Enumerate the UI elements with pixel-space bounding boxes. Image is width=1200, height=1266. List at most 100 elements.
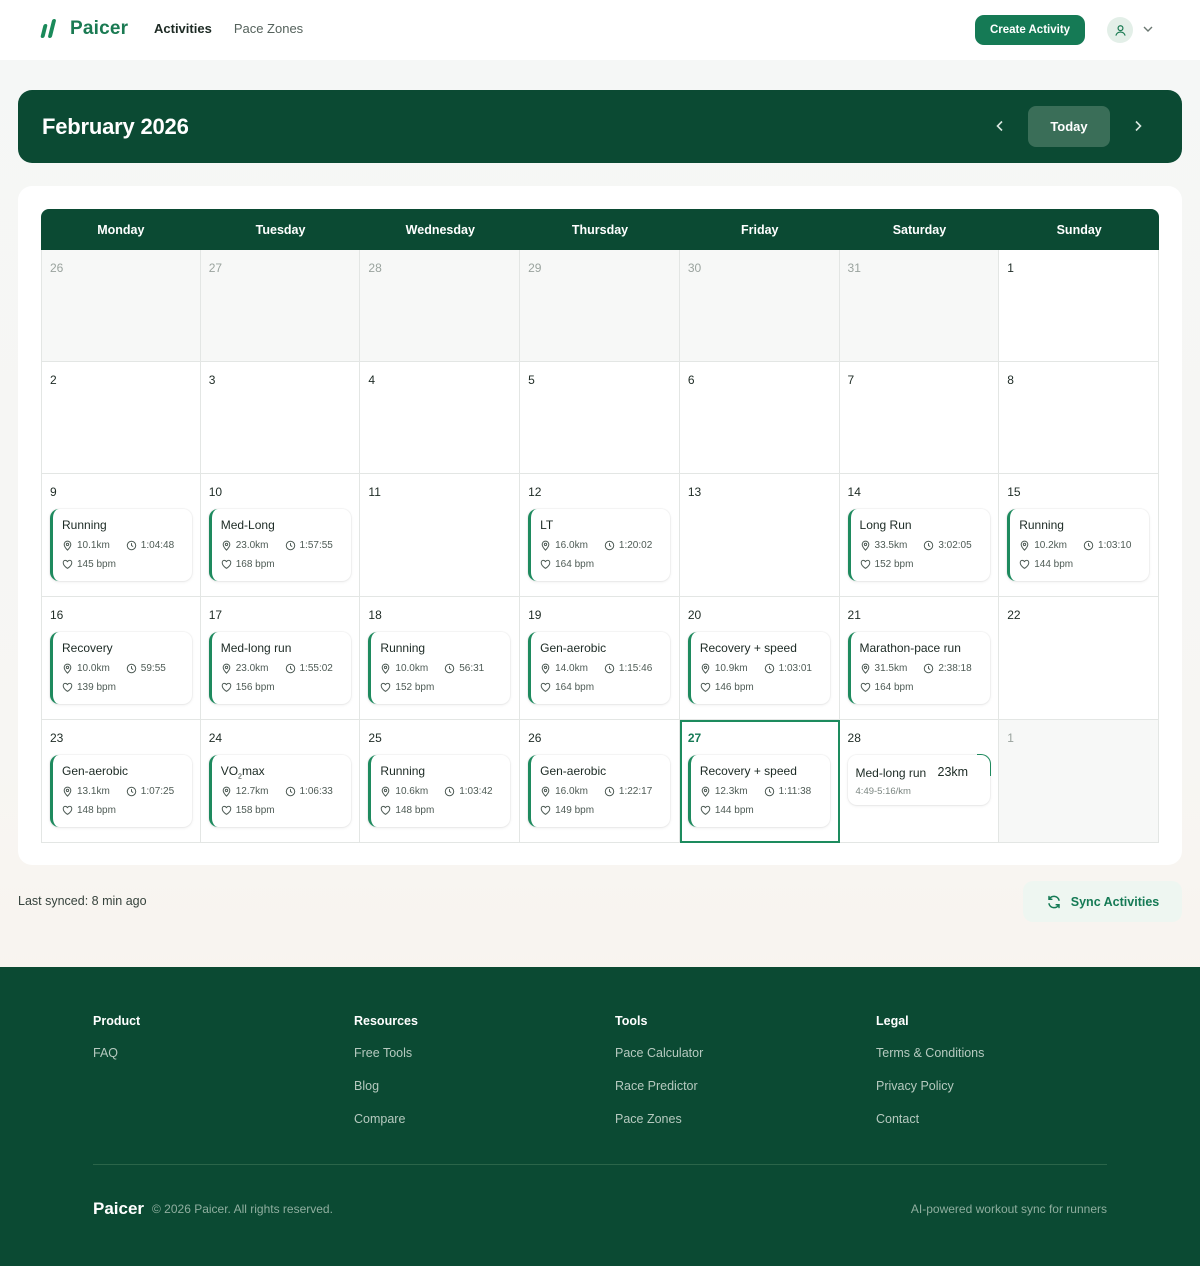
user-avatar[interactable] bbox=[1107, 17, 1133, 43]
activity-heart-rate: 158 bpm bbox=[221, 805, 275, 816]
calendar-day[interactable]: 28 Med-long run 23km 4:49-5:16/km bbox=[839, 720, 1000, 843]
calendar-day[interactable]: 6 bbox=[679, 362, 840, 474]
calendar-day[interactable]: 1 bbox=[999, 250, 1159, 362]
activity-card[interactable]: Long Run 33.5km 3:02:05 152 bpm bbox=[847, 509, 990, 581]
calendar-day[interactable]: 15 Running 10.2km 1:03:10 144 bpm bbox=[999, 474, 1159, 597]
activity-stats: 10.0km 59:55 bbox=[62, 663, 166, 674]
day-number: 6 bbox=[687, 373, 695, 387]
activity-card[interactable]: Running 10.0km 56:31 152 bpm bbox=[368, 632, 511, 704]
calendar-day[interactable]: 31 bbox=[839, 250, 1000, 362]
activity-hr-value: 152 bpm bbox=[395, 682, 435, 693]
day-number: 1 bbox=[1007, 731, 1014, 745]
day-number: 14 bbox=[847, 485, 861, 499]
calendar-day[interactable]: 3 bbox=[200, 362, 361, 474]
activity-title: Running bbox=[380, 764, 426, 778]
nav-activities[interactable]: Activities bbox=[154, 21, 212, 36]
planned-pace: 4:49-5:16/km bbox=[855, 786, 911, 797]
calendar-day[interactable]: 25 Running 10.6km 1:03:42 148 bpm bbox=[360, 720, 521, 843]
calendar-day[interactable]: 1 bbox=[999, 720, 1159, 843]
month-banner: February 2026 Today bbox=[18, 90, 1182, 163]
calendar-day[interactable]: 12 LT 16.0km 1:20:02 164 bpm bbox=[520, 474, 680, 597]
activity-title: Med-long run bbox=[220, 641, 292, 655]
calendar-day[interactable]: 9 Running 10.1km 1:04:48 145 bpm bbox=[41, 474, 201, 597]
today-button[interactable]: Today bbox=[1028, 106, 1110, 147]
activity-card[interactable]: VO2max 12.7km 1:06:33 158 bpm bbox=[208, 755, 351, 827]
calendar-day[interactable]: 19 Gen-aerobic 14.0km 1:15:46 164 bpm bbox=[520, 597, 680, 720]
activity-card[interactable]: Gen-aerobic 14.0km 1:15:46 164 bpm bbox=[528, 632, 671, 704]
create-activity-button[interactable]: Create Activity bbox=[975, 15, 1085, 45]
calendar-day[interactable]: 26 Gen-aerobic 16.0km 1:22:17 149 bpm bbox=[520, 720, 680, 843]
activity-title: Long Run bbox=[859, 518, 912, 532]
activity-duration: 56:31 bbox=[459, 663, 485, 674]
activity-card[interactable]: Running 10.6km 1:03:42 148 bpm bbox=[368, 755, 511, 827]
footer-link-blog[interactable]: Blog bbox=[354, 1079, 418, 1093]
activity-card[interactable]: Recovery + speed 12.3km 1:11:38 144 bpm bbox=[687, 755, 830, 827]
calendar-day[interactable]: 24 VO2max 12.7km 1:06:33 158 bpm bbox=[200, 720, 361, 843]
calendar-day[interactable]: 13 bbox=[679, 474, 840, 597]
previous-month-button[interactable] bbox=[988, 114, 1012, 138]
activity-card[interactable]: Marathon-pace run 31.5km 2:38:18 164 bpm bbox=[847, 632, 990, 704]
calendar-day[interactable]: 7 bbox=[839, 362, 1000, 474]
calendar-day[interactable]: 17 Med-long run 23.0km 1:55:02 156 bpm bbox=[200, 597, 361, 720]
day-number: 1 bbox=[1007, 261, 1014, 275]
footer-brand[interactable]: Paicer bbox=[93, 1199, 144, 1219]
calendar-day[interactable]: 5 bbox=[520, 362, 680, 474]
activity-card[interactable]: Running 10.1km 1:04:48 145 bpm bbox=[50, 509, 192, 581]
activity-card[interactable]: LT 16.0km 1:20:02 164 bpm bbox=[528, 509, 671, 581]
calendar-day[interactable]: 26 bbox=[41, 250, 201, 362]
calendar-week-row: 9 Running 10.1km 1:04:48 145 bpm 10 Med-Long 23… bbox=[41, 474, 1159, 597]
activity-title: Recovery bbox=[62, 641, 113, 655]
footer-link-pace-zones[interactable]: Pace Zones bbox=[615, 1112, 703, 1126]
activity-duration: 2:38:18 bbox=[938, 663, 972, 674]
brand-logo[interactable]: Paicer bbox=[40, 18, 128, 40]
calendar-grid: 26 27 28 29 30 31 1 2 3 4 5 6 7 8 9 Running 10.1km 1:04:4… bbox=[41, 250, 1159, 843]
calendar-day[interactable]: 2 bbox=[41, 362, 201, 474]
calendar-day[interactable]: 22 bbox=[999, 597, 1159, 720]
calendar-day[interactable]: 8 bbox=[999, 362, 1159, 474]
calendar-day[interactable]: 28 bbox=[360, 250, 521, 362]
pin-icon bbox=[541, 786, 550, 797]
activity-card[interactable]: Recovery 10.0km 59:55 139 bpm bbox=[50, 632, 192, 704]
footer-link-contact[interactable]: Contact bbox=[876, 1112, 984, 1126]
top-navigation: Paicer Activities Pace Zones Create Acti… bbox=[0, 0, 1200, 60]
activity-card[interactable]: Recovery + speed 10.9km 1:03:01 146 bpm bbox=[687, 632, 830, 704]
calendar-day[interactable]: 10 Med-Long 23.0km 1:57:55 168 bpm bbox=[200, 474, 361, 597]
calendar-day[interactable]: 21 Marathon-pace run 31.5km 2:38:18 164 bpm bbox=[839, 597, 1000, 720]
footer-link-privacy[interactable]: Privacy Policy bbox=[876, 1079, 984, 1093]
sync-activities-button[interactable]: Sync Activities bbox=[1023, 881, 1182, 922]
activity-card[interactable]: Running 10.2km 1:03:10 144 bpm bbox=[1007, 509, 1150, 581]
pin-icon bbox=[861, 540, 869, 551]
nav-pace-zones[interactable]: Pace Zones bbox=[234, 21, 303, 36]
chevron-down-icon[interactable] bbox=[1141, 22, 1155, 36]
activity-card[interactable]: Med-Long 23.0km 1:57:55 168 bpm bbox=[208, 509, 351, 581]
calendar-day-today[interactable]: 27 Recovery + speed 12.3km 1:11:38 144 bpm bbox=[679, 720, 840, 843]
activity-title: Gen-aerobic bbox=[540, 641, 607, 655]
calendar-day[interactable]: 20 Recovery + speed 10.9km 1:03:01 146 bpm bbox=[679, 597, 840, 720]
footer-link-compare[interactable]: Compare bbox=[354, 1112, 418, 1126]
calendar-day[interactable]: 30 bbox=[679, 250, 840, 362]
day-number: 4 bbox=[368, 373, 376, 387]
activity-card[interactable]: Gen-aerobic 13.1km 1:07:25 148 bpm bbox=[50, 755, 192, 827]
activity-heart-rate: 148 bpm bbox=[62, 805, 116, 816]
footer-link-pace-calculator[interactable]: Pace Calculator bbox=[615, 1046, 703, 1060]
next-month-button[interactable] bbox=[1126, 114, 1150, 138]
month-title: February 2026 bbox=[42, 114, 189, 139]
footer-link-free-tools[interactable]: Free Tools bbox=[354, 1046, 418, 1060]
calendar-day[interactable]: 29 bbox=[520, 250, 680, 362]
activity-card[interactable]: Med-long run 23.0km 1:55:02 156 bpm bbox=[208, 632, 351, 704]
footer-link-race-predictor[interactable]: Race Predictor bbox=[615, 1079, 703, 1093]
activity-duration: 1:04:48 bbox=[140, 540, 175, 551]
calendar-day[interactable]: 14 Long Run 33.5km 3:02:05 152 bpm bbox=[839, 474, 1000, 597]
planned-workout-card[interactable]: Med-long run 23km 4:49-5:16/km bbox=[847, 754, 991, 805]
calendar-day[interactable]: 27 bbox=[200, 250, 361, 362]
activity-card[interactable]: Gen-aerobic 16.0km 1:22:17 149 bpm bbox=[528, 755, 671, 827]
heart-icon bbox=[221, 559, 231, 569]
calendar-day[interactable]: 4 bbox=[360, 362, 521, 474]
calendar-day[interactable]: 16 Recovery 10.0km 59:55 139 bpm bbox=[41, 597, 201, 720]
pin-icon bbox=[222, 663, 231, 674]
footer-link-faq[interactable]: FAQ bbox=[93, 1046, 140, 1060]
calendar-day[interactable]: 18 Running 10.0km 56:31 152 bpm bbox=[360, 597, 521, 720]
calendar-day[interactable]: 23 Gen-aerobic 13.1km 1:07:25 148 bpm bbox=[41, 720, 201, 843]
footer-link-terms[interactable]: Terms & Conditions bbox=[876, 1046, 984, 1060]
calendar-day[interactable]: 11 bbox=[360, 474, 521, 597]
